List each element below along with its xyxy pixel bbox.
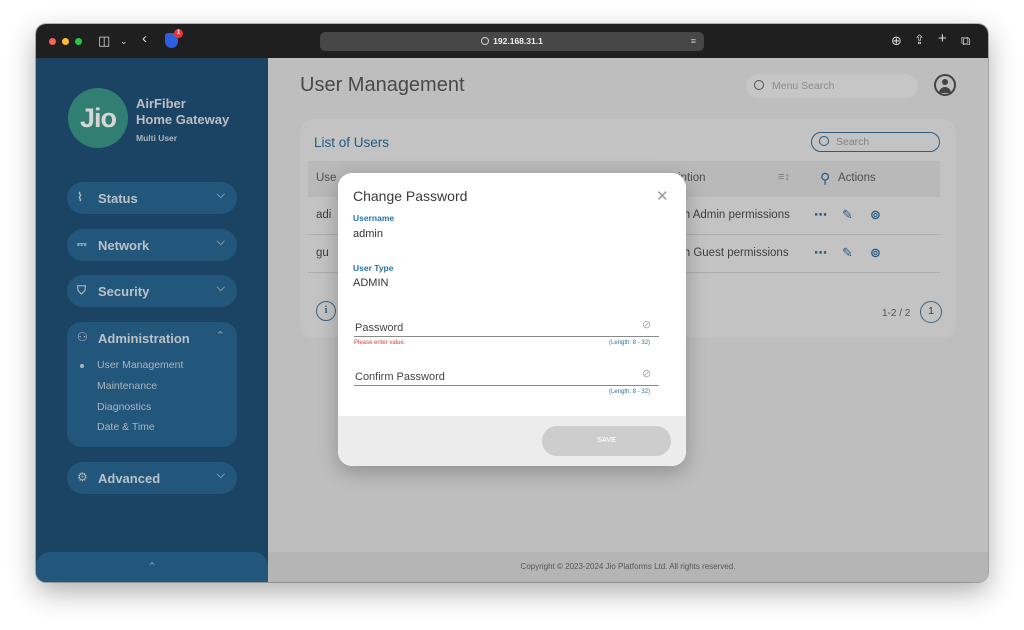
dialog-title: Change Password xyxy=(353,188,468,204)
username-label: Username xyxy=(353,213,395,223)
chevron-down-icon[interactable]: ⌄ xyxy=(120,34,128,48)
new-tab-icon[interactable]: + xyxy=(938,31,947,46)
eye-off-icon[interactable]: ⊘ xyxy=(642,318,651,331)
confirm-password-placeholder: Confirm Password xyxy=(355,371,445,383)
browser-window: ◫ ⌄ ‹ 1 192.168.31.1 ≡ ⊕ ⇪ + ⧉ Jio AirFi… xyxy=(36,24,988,582)
confirm-password-field[interactable]: Confirm Password xyxy=(354,364,659,386)
zoom-window-button[interactable] xyxy=(75,38,82,45)
password-field[interactable]: Password xyxy=(354,315,659,337)
password-error: Please enter value. xyxy=(354,340,406,346)
usertype-value: ADMIN xyxy=(353,277,389,289)
close-window-button[interactable] xyxy=(49,38,56,45)
router-app: Jio AirFiber Home Gateway Multi User ⌇ S… xyxy=(36,58,988,582)
download-icon[interactable]: ⊕ xyxy=(891,34,902,48)
globe-icon xyxy=(481,37,490,45)
password-hint: (Length: 8 - 32) xyxy=(609,340,651,346)
browser-titlebar: ◫ ⌄ ‹ 1 192.168.31.1 ≡ ⊕ ⇪ + ⧉ xyxy=(36,24,988,58)
close-icon[interactable]: ✕ xyxy=(656,187,669,205)
save-button[interactable]: SAVE xyxy=(542,426,671,456)
eye-off-icon[interactable]: ⊘ xyxy=(642,367,651,380)
usertype-label: User Type xyxy=(353,263,394,273)
sidebar-toggle-icon[interactable]: ◫ xyxy=(98,34,110,48)
url-text: 192.168.31.1 xyxy=(493,36,543,46)
confirm-password-hint: (Length: 8 - 32) xyxy=(609,389,651,395)
back-icon[interactable]: ‹ xyxy=(142,31,147,46)
extension-badge: 1 xyxy=(174,29,183,38)
tabs-overview-icon[interactable]: ⧉ xyxy=(961,34,970,48)
reader-icon[interactable]: ≡ xyxy=(691,32,696,51)
address-bar[interactable]: 192.168.31.1 ≡ xyxy=(320,32,704,51)
share-icon[interactable]: ⇪ xyxy=(914,33,925,47)
minimize-window-button[interactable] xyxy=(62,38,69,45)
password-placeholder: Password xyxy=(355,322,404,334)
username-value: admin xyxy=(353,228,383,240)
change-password-dialog: Change Password ✕ Username admin User Ty… xyxy=(338,173,686,466)
